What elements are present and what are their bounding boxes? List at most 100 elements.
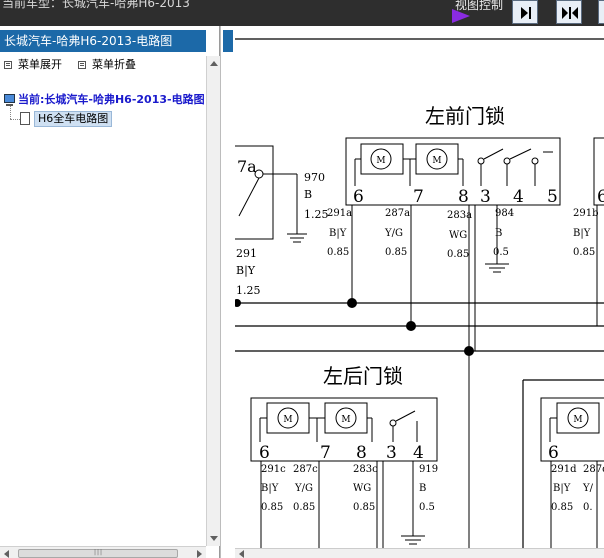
switch-contact-icon (389, 419, 397, 427)
motor-label: M (376, 156, 385, 166)
wire-code: 283a (447, 210, 472, 221)
grip-icon: ||| (94, 549, 104, 556)
split-view-button[interactable] (556, 0, 582, 24)
wire-color: B|Y (261, 483, 279, 494)
junction-dot (235, 299, 241, 307)
scroll-left-icon[interactable] (4, 550, 9, 558)
wire-291-code: 291 (236, 247, 257, 260)
horizontal-scrollbar[interactable]: ||| (0, 546, 206, 558)
pin-label: 6 (353, 187, 364, 207)
motor-label: M (283, 415, 292, 425)
rear-lock-title: 左后门锁 (323, 364, 403, 388)
pin-label: 8 (458, 187, 469, 207)
wiring-diagram: 左前门锁 左后门锁 7a 970 B 1.25 291 B|Y 1.25 M M… (235, 26, 604, 558)
switch-arm-icon (395, 410, 416, 422)
more-button[interactable] (598, 0, 604, 24)
scroll-left-icon[interactable] (239, 550, 244, 558)
tree-item-h6-wiring[interactable]: H6全车电路图 (34, 111, 113, 127)
wire-code: 287c (293, 464, 318, 475)
wire-291-size: 1.25 (236, 284, 261, 297)
scroll-down-icon[interactable] (210, 536, 218, 541)
switch-arm-icon (483, 148, 504, 160)
front-lock-connector (345, 137, 561, 206)
pin-label: 4 (413, 443, 424, 463)
menu-collapse-button[interactable]: 菜单折叠 (78, 57, 136, 73)
switch-contact-icon (503, 157, 511, 165)
wire-code: 984 (495, 208, 514, 219)
wire-code: 291c (261, 464, 286, 475)
tree-root-label: 当前:长城汽车-哈弗H6-2013-电路图 (18, 93, 205, 106)
document-icon (20, 112, 30, 125)
top-toolbar: 当前车型：长城汽车-哈弗H6-2013 视图控制 (0, 0, 604, 26)
pin-label: 8 (356, 443, 367, 463)
wire-size: 0.85 (385, 247, 407, 258)
wire-291-color: B|Y (236, 264, 256, 278)
scroll-right-icon[interactable] (197, 550, 202, 558)
front-lock-box (345, 137, 561, 206)
motor-label: M (432, 156, 441, 166)
pin-label: 3 (386, 443, 397, 463)
wire-970-size: 1.25 (304, 208, 329, 221)
panel-splitter[interactable] (220, 26, 234, 558)
menu-expand-label: 菜单展开 (18, 58, 62, 71)
wire-size: 0.85 (353, 502, 375, 513)
wire-970-color: B (304, 188, 312, 201)
motor-label: M (341, 415, 350, 425)
pin-label: 4 (513, 187, 524, 207)
menu-collapse-label: 菜单折叠 (92, 58, 136, 71)
rear-lock-wires (260, 461, 425, 558)
tree-root-item[interactable]: 当前:长城汽车-哈弗H6-2013-电路图 (4, 92, 205, 108)
pin-label: 3 (480, 187, 491, 207)
wire-size: 0.85 (327, 247, 349, 258)
tree-connector (10, 106, 11, 119)
wire-size: 0.85 (447, 249, 469, 260)
switch-arm-icon (238, 177, 260, 217)
wire-code: 291a (327, 208, 352, 219)
wire-970-code: 970 (304, 171, 325, 184)
wire-color: Y/ (582, 483, 594, 494)
vertical-scrollbar[interactable] (206, 56, 220, 546)
junction-dot (347, 298, 357, 308)
wire-code: 919 (419, 464, 438, 475)
window-title: 当前车型：长城汽车-哈弗H6-2013 (2, 0, 190, 10)
switch-arm-icon (509, 148, 532, 160)
collapse-tab[interactable] (223, 30, 233, 52)
left-panel: 长城汽车-哈弗H6-2013-电路图 菜单展开 菜单折叠 当前:长城汽车-哈弗H… (0, 26, 220, 558)
wire-color: B|Y (329, 228, 347, 239)
wire-code: 283c (353, 464, 378, 475)
rear-lock-connector (250, 397, 438, 462)
wire-code: 287d (583, 464, 604, 475)
diagram-horizontal-scrollbar[interactable] (235, 548, 604, 558)
computer-icon (4, 93, 15, 107)
wire-color: B|Y (573, 228, 591, 239)
wire-size: 0.5 (493, 247, 509, 258)
panel-header: 长城汽车-哈弗H6-2013-电路图 (0, 30, 206, 52)
list-icon (4, 61, 12, 69)
next-page-button[interactable] (512, 0, 538, 24)
pin-label: 7 (413, 187, 424, 207)
wire-size: 0. (583, 502, 593, 513)
wire-color: Y/G (384, 228, 403, 239)
pin-label: 5 (547, 187, 558, 207)
play-arrow-icon[interactable] (452, 9, 470, 23)
tree-connector (10, 119, 20, 120)
arrow-right-bar-icon (521, 7, 531, 19)
split-arrows-icon (562, 7, 578, 19)
pin-label: 6 (259, 443, 270, 463)
right-partial-connector (593, 137, 604, 326)
wire-color: B|Y (553, 483, 571, 494)
front-lock-title: 左前门锁 (425, 104, 505, 128)
menu-expand-button[interactable]: 菜单展开 (4, 57, 62, 73)
wiring-diagram-canvas: 左前门锁 左后门锁 7a 970 B 1.25 291 B|Y 1.25 M M… (235, 38, 604, 558)
scroll-up-icon[interactable] (210, 61, 218, 66)
wire-color: WG (353, 483, 371, 494)
wire-code: 287a (385, 208, 410, 219)
wire-code: 291d (551, 464, 577, 475)
wire-color: Y/G (294, 483, 313, 494)
wire-size: 0.85 (551, 502, 573, 513)
pin-label: 7 (320, 443, 331, 463)
wire-size: 0.85 (261, 502, 283, 513)
wire-code: 291b (573, 208, 599, 219)
pin-label: 6 (548, 443, 559, 463)
switch-contact-icon (477, 157, 485, 165)
